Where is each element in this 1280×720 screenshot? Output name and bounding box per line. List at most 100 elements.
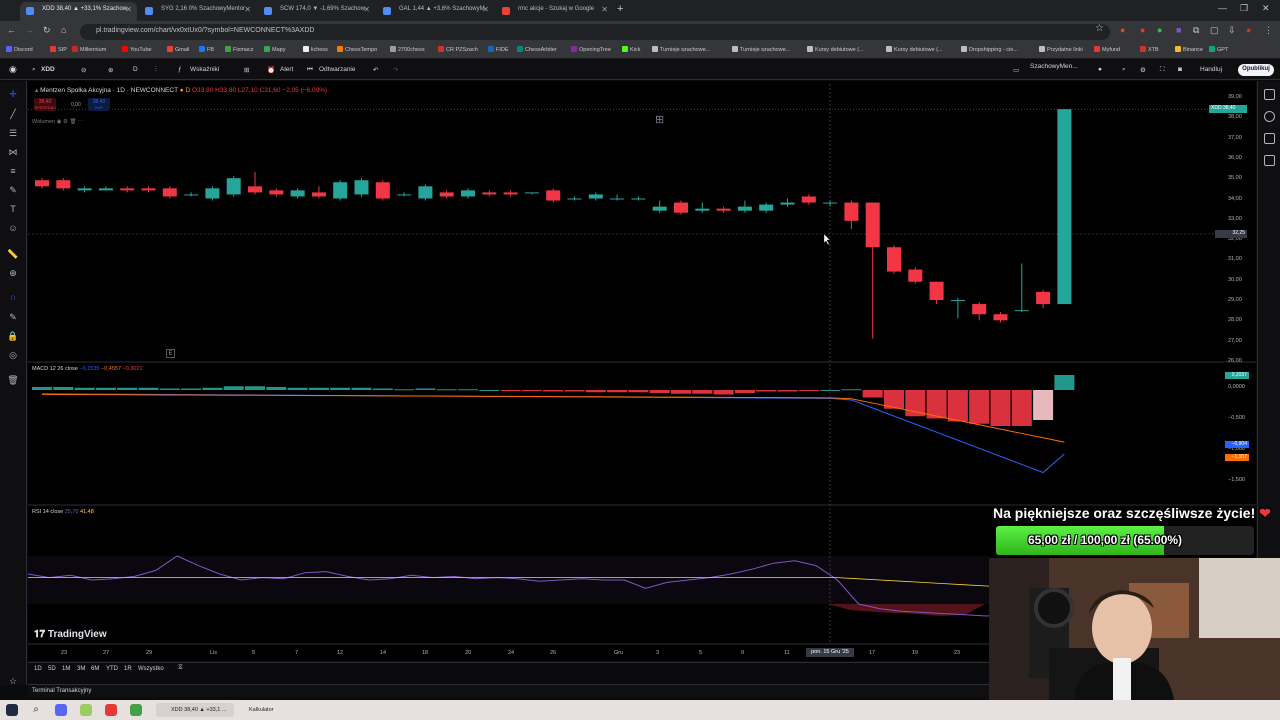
candle [205,186,220,201]
candle-body [205,188,220,199]
candle-body [77,188,92,191]
candle [929,281,944,305]
last-price-symbol: XDD [1211,105,1222,111]
object-tree-icon[interactable]: ⊞ [655,113,664,126]
candle [354,178,369,197]
candle [524,192,539,195]
app-icon[interactable] [80,704,92,716]
macd-histogram-bar [585,390,606,393]
candle [269,188,284,197]
macd-histogram-bar [947,390,968,422]
app-icon[interactable] [130,704,142,716]
candle [950,297,965,319]
main-legend: ▴ Mentzen Spolka Akcyjna · 1D · NEWCONNE… [35,86,327,94]
buy-label: KUP [94,105,104,110]
legend-eye-icon[interactable]: ◉ ⚙ 🗑 ⋯ [57,119,84,125]
macd-histogram-bar [138,387,159,390]
macd-histogram-bar [32,387,52,390]
time-axis-label: 23 [61,650,68,656]
candle [865,202,880,339]
candle [887,245,901,274]
start-icon[interactable] [6,704,18,716]
search-icon[interactable]: ⌕ [30,704,42,716]
candle-body [461,190,475,197]
candle-body [482,192,497,195]
macd-histogram-bar [223,386,244,390]
candle-body [269,190,284,195]
sell-button[interactable]: 38,40 SPRZEDAJ [34,98,56,111]
candle-body [120,188,135,191]
candle-body [716,208,731,211]
timeframe-button[interactable]: 5D [48,666,56,672]
taskbar-calculator-task[interactable]: Kalkulator [234,703,294,717]
legend-collapse-icon[interactable]: ▴ [35,87,38,94]
macd-histogram-bar [649,390,670,393]
sell-label: SPRZEDAJ [34,105,56,110]
candle [397,192,412,197]
candle [35,178,49,189]
candle [226,176,241,197]
macd-histogram-bar [351,387,372,390]
macd-histogram-bar [181,388,202,390]
macd-legend: MACD 12 26 close −0,1535 −0,4557 −0,3021 [32,366,143,372]
time-axis-label: 24 [508,650,515,656]
candle-body [993,314,1008,321]
time-axis-label: 19 [912,650,919,656]
macd-histogram-bar [841,389,862,391]
candle [695,202,710,213]
candle-body [226,178,241,195]
candle [567,196,582,201]
candle-body [972,304,987,315]
candle [631,196,646,201]
mouse-cursor [823,233,831,246]
time-axis-label: 9 [741,650,745,656]
crosshair-date-tag: pon. 15 Gru '25 [806,648,854,657]
app-icon[interactable] [105,704,117,716]
date-range-icon[interactable]: ⧖ [178,664,183,672]
time-axis-label: 3 [656,650,660,656]
macd-histogram-bar [394,389,415,391]
macd-histogram-bar [266,387,287,390]
price-axis-label: 31,00 [1228,256,1242,263]
taskbar-chrome-task[interactable]: XDD 38,40 ▲ +33,1 ... [156,703,234,717]
candle [311,186,326,199]
macd-axis-label: −1,500 [1228,477,1245,483]
candle-body [1036,291,1051,305]
candle-body [929,281,944,300]
candle-body [439,192,454,197]
timeframe-button[interactable]: 1M [62,666,70,672]
tv-logo-text: TradingView [47,629,107,640]
candle [610,194,625,201]
time-axis-label: 18 [422,650,429,656]
discord-icon[interactable] [55,704,67,716]
candle [1014,263,1029,313]
time-axis-label: 14 [380,650,387,656]
candle-body [184,194,199,196]
price-axis-label: 29,00 [1228,297,1242,303]
candle [972,302,987,321]
rsi-band [28,556,990,604]
timeframe-button[interactable]: YTD [106,666,118,672]
time-axis-label: 7 [295,650,299,656]
timeframe-button[interactable]: 1D [34,666,42,672]
candle-body [674,202,688,213]
spread-value: 0,00 [71,102,81,108]
timeframe-button[interactable]: Wszystko [138,666,164,672]
macd-signal-tag: −1,107 [1225,454,1249,461]
candle-body [950,300,965,301]
time-axis-label: 5 [252,650,256,656]
timeframe-button[interactable]: 3M [77,666,85,672]
price-axis-label: 36,00 [1228,154,1242,161]
timeframe-button[interactable]: 6M [91,666,99,672]
price-axis-label: 27,00 [1228,337,1242,344]
rsi-name: RSI 14 close [32,509,64,515]
candle [503,190,518,197]
time-axis-label: Lis [210,650,218,656]
timeframe-button[interactable]: 1R [124,666,132,672]
buy-button[interactable]: 38,40 KUP [88,98,110,111]
price-axis-label: 33,00 [1228,215,1242,222]
candle-body [631,198,646,200]
time-axis-label: 12 [337,650,344,656]
price-axis-label: 26,00 [1228,357,1242,364]
earnings-marker-icon[interactable]: E [166,349,175,358]
